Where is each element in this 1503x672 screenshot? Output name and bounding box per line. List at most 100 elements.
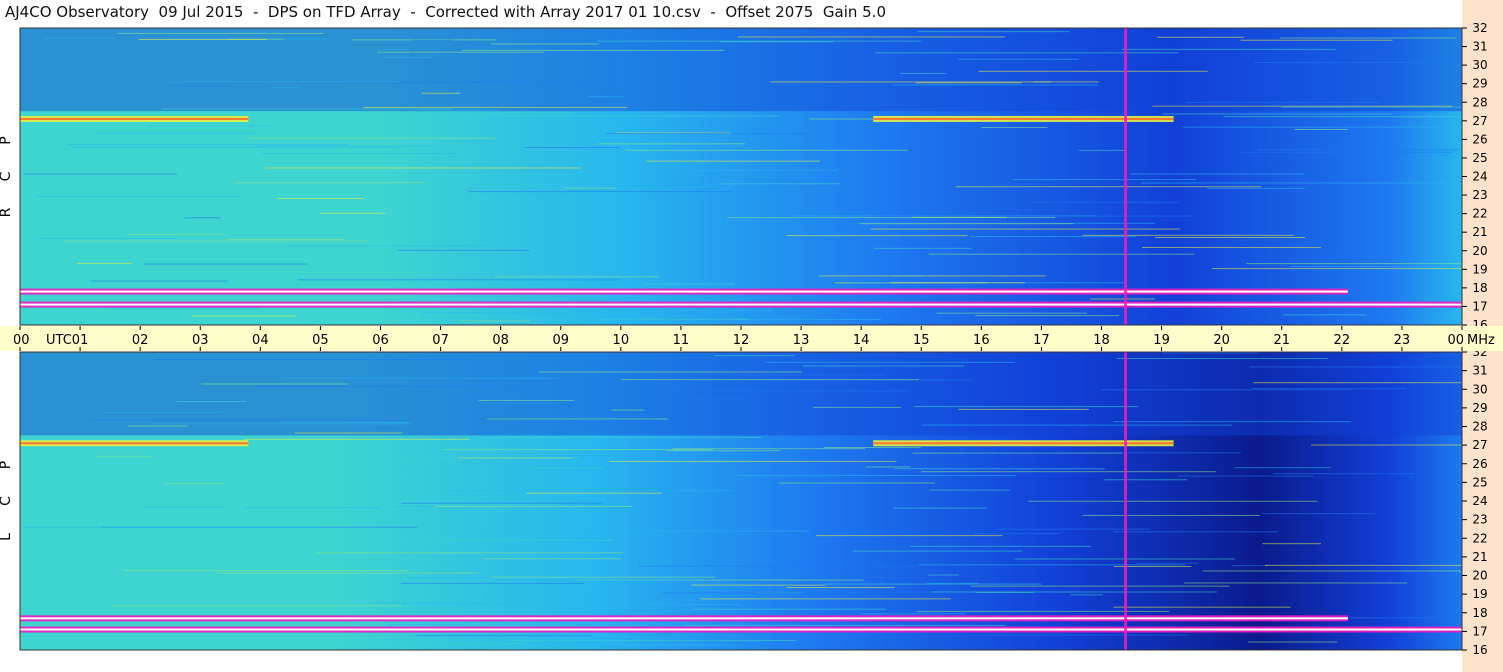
heatmap-texture-row xyxy=(1254,62,1457,64)
heatmap-texture-row xyxy=(280,377,559,379)
heatmap-texture-row xyxy=(123,569,409,571)
heatmap-texture-row xyxy=(900,72,946,74)
heatmap-texture-row xyxy=(717,374,887,376)
heatmap-texture-row xyxy=(36,195,241,197)
heatmap-texture-row xyxy=(819,275,1046,277)
heatmap-texture-row xyxy=(23,526,322,528)
heatmap-texture-row xyxy=(922,424,1232,426)
heatmap-texture-row xyxy=(929,489,1010,491)
heatmap-texture-row xyxy=(117,32,324,34)
heatmap-texture-row xyxy=(23,173,178,175)
heatmap-texture-row xyxy=(813,406,901,408)
heatmap-texture-row xyxy=(605,133,811,135)
mhz-axis-label: MHz xyxy=(1467,333,1495,348)
heatmap-texture-row xyxy=(89,419,405,421)
heatmap-texture-row xyxy=(981,127,1048,129)
heatmap-texture-row xyxy=(1202,570,1462,572)
heatmap-texture-row xyxy=(1257,149,1459,151)
heatmap-texture-row xyxy=(963,452,1241,454)
heatmap-texture-row xyxy=(823,447,921,449)
heatmap-texture-row xyxy=(611,409,644,411)
heatmap-texture-row xyxy=(802,238,859,240)
utc-tick-label: 08 xyxy=(492,333,509,348)
heatmap-texture-row xyxy=(1031,201,1179,203)
heatmap-texture-row xyxy=(875,52,1179,54)
heatmap-texture-row xyxy=(148,125,272,127)
heatmap-texture-row xyxy=(955,186,1262,188)
heatmap-texture-row xyxy=(43,37,115,39)
polarization-letter: P xyxy=(0,136,14,144)
heatmap-texture-row xyxy=(1252,388,1407,390)
mhz-tick-label: 19 xyxy=(1472,587,1487,601)
heatmap-texture-row xyxy=(144,263,308,265)
heatmap-texture-row xyxy=(915,82,1023,84)
utc-tick-label: 19 xyxy=(1153,333,1170,348)
heatmap-texture-row xyxy=(930,591,1217,593)
heatmap-texture-row xyxy=(917,31,1070,33)
heatmap-texture-row xyxy=(127,425,188,427)
heatmap-texture-row xyxy=(279,421,410,423)
utc-tick-label: 09 xyxy=(552,333,569,348)
heatmap-texture-row xyxy=(226,238,345,240)
heatmap-texture-row xyxy=(294,432,403,434)
heatmap-texture-row xyxy=(727,217,1056,219)
heatmap-texture-row xyxy=(909,545,1092,547)
heatmap-texture-row xyxy=(257,385,520,387)
heatmap-texture-row xyxy=(1140,182,1462,184)
interference-line xyxy=(1124,352,1128,650)
utc-tick-label: 04 xyxy=(252,333,269,348)
heatmap-texture-row xyxy=(1250,366,1462,368)
heatmap-texture-row xyxy=(1152,105,1453,107)
heatmap-texture-row xyxy=(1294,128,1348,130)
heatmap-texture-row xyxy=(1131,173,1305,175)
polarization-letter: L xyxy=(0,533,14,541)
mhz-tick-label: 18 xyxy=(1472,606,1487,620)
heatmap-texture-row xyxy=(644,283,734,285)
mhz-tick-label: 28 xyxy=(1472,420,1487,434)
heatmap-texture-row xyxy=(1280,106,1462,108)
heatmap-texture-row xyxy=(400,582,584,584)
heatmap-texture-row xyxy=(693,608,886,610)
polarization-letter: P xyxy=(0,461,14,469)
heatmap-texture-row xyxy=(600,318,748,320)
heatmap-texture-row xyxy=(509,640,797,642)
heatmap-texture-row xyxy=(631,390,911,392)
utc-tick-label: 20 xyxy=(1213,333,1230,348)
heatmap-texture-row xyxy=(986,634,1188,636)
heatmap-texture-row xyxy=(921,471,1217,473)
heatmap-texture-row xyxy=(1101,389,1351,391)
heatmap-texture-row xyxy=(958,408,1089,410)
heatmap-texture-row xyxy=(40,485,363,487)
heatmap-texture-row xyxy=(538,371,803,373)
mhz-tick-label: 23 xyxy=(1472,188,1487,202)
heatmap-texture-row xyxy=(563,187,617,189)
heatmap-texture-row xyxy=(779,482,935,484)
heatmap-texture-row xyxy=(319,212,386,214)
heatmap-texture-row xyxy=(143,506,226,508)
heatmap-texture-row xyxy=(770,81,1052,83)
heatmap-texture-row xyxy=(1261,513,1376,515)
heatmap-texture-row xyxy=(164,482,224,484)
signal-band-core xyxy=(20,303,1462,306)
heatmap-texture-row xyxy=(529,467,604,469)
heatmap-texture-row xyxy=(397,249,530,251)
heatmap-texture-row xyxy=(375,602,616,604)
heatmap-texture-row xyxy=(271,86,302,88)
heatmap-texture-row xyxy=(377,51,544,53)
heatmap-texture-row xyxy=(621,379,920,381)
heatmap-texture-row xyxy=(1231,565,1268,567)
heatmap-texture-row xyxy=(459,320,531,322)
mhz-tick-label: 27 xyxy=(1472,114,1487,128)
heatmap-texture-row xyxy=(870,228,1180,230)
heatmap-texture-row xyxy=(539,310,773,312)
heatmap-texture-row xyxy=(377,49,410,51)
heatmap-texture-row xyxy=(109,194,201,196)
heatmap-texture-row xyxy=(1184,582,1408,584)
heatmap-texture-row xyxy=(714,355,795,357)
heatmap-texture-row xyxy=(1207,187,1305,189)
heatmap-texture-row xyxy=(66,144,349,146)
utc-tick-label: 07 xyxy=(432,333,449,348)
heatmap-texture-row xyxy=(103,307,260,309)
heatmap-texture-row xyxy=(63,240,369,242)
heatmap-texture-row xyxy=(234,182,426,184)
